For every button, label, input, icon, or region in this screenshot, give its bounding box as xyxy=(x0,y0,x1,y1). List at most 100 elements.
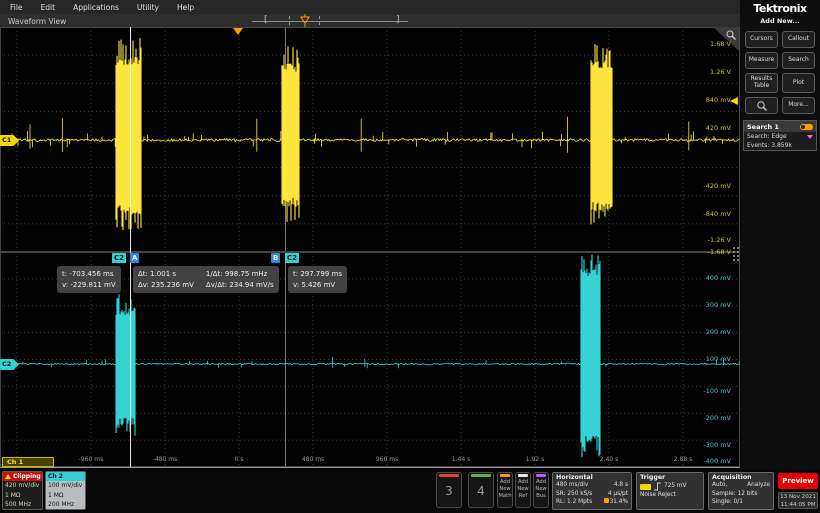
trigger-level: 725 mV xyxy=(664,482,687,490)
rail-button-results-table[interactable]: Results Table xyxy=(745,73,778,93)
time-axis-label: 1.44 s xyxy=(452,456,470,463)
horizontal-panel[interactable]: Horizontal 480 ms/div 4.8 s SR: 250 kS/s… xyxy=(552,472,632,510)
right-rail: Tektronix Add New... CursorsCalloutMeasu… xyxy=(740,0,820,513)
ch2-scale-label: -200 mV xyxy=(703,414,731,422)
expansion-point-icon[interactable] xyxy=(233,28,243,35)
tektronix-logo: Tektronix xyxy=(740,2,820,15)
trigger-mode: Noise Reject xyxy=(640,491,676,500)
inverse-delta-t: 1/Δt: 998.75 mHz xyxy=(206,269,274,280)
date-label: 13 Nov 2021 xyxy=(779,493,817,501)
menu-item-edit[interactable]: Edit xyxy=(41,3,56,12)
acquisition-mode: Auto, xyxy=(712,481,727,490)
add-new-label: AddNewBus xyxy=(534,479,548,499)
channel1-bottom-tab[interactable]: Ch 1 xyxy=(2,457,54,467)
rail-button-search[interactable]: Search xyxy=(782,52,815,69)
cursor-delta-readout: Δt: 1.001 s 1/Δt: 998.75 mHz Δv: 235.236… xyxy=(133,266,279,293)
channel-color-strip xyxy=(439,474,459,477)
ch2-scale-label: 300 mV xyxy=(706,301,731,309)
channel1-badge[interactable]: Clipping 420 mV/div 1 MΩ 500 MHz xyxy=(2,471,43,510)
time-axis-label: 2.40 s xyxy=(600,456,618,463)
menu-item-utility[interactable]: Utility xyxy=(137,3,159,12)
cursor-a-line[interactable] xyxy=(130,27,131,467)
pane-divider-handle[interactable] xyxy=(732,246,741,262)
channel-color-strip xyxy=(471,474,491,477)
add-new-bus-button[interactable]: AddNewBus xyxy=(533,472,549,508)
overview-right-bracket-icon[interactable]: ] xyxy=(396,15,400,25)
rail-button-cursors[interactable]: Cursors xyxy=(745,31,778,48)
add-new-math-button[interactable]: AddNewMath xyxy=(497,472,513,508)
acquisition-single: Single: 0/1 xyxy=(712,498,743,507)
acquisition-sample-bits: Sample: 12 bits xyxy=(712,490,757,499)
channel-3-button[interactable]: 3 xyxy=(436,472,462,508)
add-new-header: Add New... xyxy=(740,17,820,25)
channel-number-label: 3 xyxy=(437,484,461,498)
overview-tick xyxy=(289,16,291,25)
horizontal-percent: 31.4% xyxy=(610,499,628,505)
channel2-title: Ch 2 xyxy=(46,472,85,481)
menu-item-help[interactable]: Help xyxy=(177,3,194,12)
channel1-impedance: 1 MΩ xyxy=(3,491,42,501)
rail-button-zoom-mode[interactable] xyxy=(745,97,778,114)
channel2-scale: 100 mV/div xyxy=(46,481,85,491)
cursor-b-source-badge: C2 xyxy=(285,253,299,263)
acquisition-panel[interactable]: Acquisition Auto, Analyze Sample: 12 bit… xyxy=(708,472,774,510)
trigger-source-icon xyxy=(640,484,651,490)
horizontal-record-length: RL: 1.2 Mpts xyxy=(556,498,592,507)
time-axis-label: 480 ms xyxy=(302,456,324,463)
trigger-level-indicator[interactable] xyxy=(730,97,738,105)
search-panel-title: Search 1 xyxy=(747,123,779,131)
time-label: 11:44:05 PM xyxy=(779,501,817,509)
cursor-a-badge[interactable]: A xyxy=(130,253,139,263)
trigger-title: Trigger xyxy=(640,474,700,481)
cursor-a-source-badge: C2 xyxy=(112,253,126,263)
time-axis-label: 960 ms xyxy=(376,456,398,463)
tab-waveform-view[interactable]: Waveform View xyxy=(8,17,66,26)
channel1-bandwidth: 500 MHz xyxy=(3,500,42,510)
rail-button-plot[interactable]: Plot xyxy=(782,73,815,93)
ch2-scale-label: 400 mV xyxy=(706,274,731,282)
warning-icon xyxy=(5,474,11,479)
rail-button-grid: CursorsCalloutMeasureSearchResults Table… xyxy=(745,31,817,126)
channel-4-button[interactable]: 4 xyxy=(468,472,494,508)
preview-button[interactable]: Preview xyxy=(778,473,818,489)
cursor-b-voltage: v: 5.426 mV xyxy=(293,280,342,291)
channel1-scale: 420 mV/div xyxy=(3,481,42,491)
menu-item-applications[interactable]: Applications xyxy=(73,3,119,12)
overview-left-bracket-icon[interactable]: [ xyxy=(264,15,268,25)
cursor-b-readout: t: 297.799 ms v: 5.426 mV xyxy=(288,266,347,293)
rail-button-callout[interactable]: Callout xyxy=(782,31,815,48)
overview-tick xyxy=(319,16,321,25)
ch1-scale-label: -1.68 V xyxy=(708,248,731,256)
ch2-scale-label: -300 mV xyxy=(703,441,731,449)
horizontal-resolution: 4 µs/pt xyxy=(608,490,628,499)
time-axis-label: 1.92 s xyxy=(526,456,544,463)
add-new-color-strip xyxy=(500,474,510,477)
cursor-a-time: t: -703.456 ms xyxy=(62,269,116,280)
horizontal-sample-rate: SR: 250 kS/s xyxy=(556,490,592,499)
ch1-scale-label: 420 mV xyxy=(706,124,731,132)
waveform-display-area[interactable]: C2 A B C2 t: -703.456 ms v: -229.811 mV … xyxy=(0,27,740,468)
horizontal-title: Horizontal xyxy=(556,474,628,481)
search-dropdown-icon[interactable] xyxy=(807,135,813,139)
datetime-display: 13 Nov 2021 11:44:05 PM xyxy=(778,492,818,509)
channel2-bandwidth: 200 MHz xyxy=(46,500,85,510)
time-axis-label: 0 s xyxy=(235,456,244,463)
time-axis-label: 2.88 s xyxy=(674,456,692,463)
add-new-label: AddNewRef xyxy=(516,479,530,499)
record-view-icon xyxy=(604,498,609,503)
rail-button-measure[interactable]: Measure xyxy=(745,52,778,69)
trigger-panel[interactable]: Trigger 725 mV Noise Reject xyxy=(636,472,704,510)
add-new-color-strip xyxy=(518,474,528,477)
search-results-panel[interactable]: Search 1 Search: Edge Events: 3.859k xyxy=(743,120,817,151)
delta-v-over-t: Δv/Δt: 234.94 mV/s xyxy=(206,280,274,291)
trigger-position-icon[interactable] xyxy=(299,14,311,27)
search-toggle[interactable] xyxy=(800,124,813,130)
menu-item-file[interactable]: File xyxy=(10,3,23,12)
channel2-badge[interactable]: Ch 2 100 mV/div 1 MΩ 200 MHz xyxy=(45,471,86,510)
channel1-clipping-label: Clipping xyxy=(13,473,41,480)
oscilloscope-screen: File Edit Applications Utility Help Waveform… xyxy=(0,0,820,513)
add-new-ref-button[interactable]: AddNewRef xyxy=(515,472,531,508)
rail-button-more[interactable]: More... xyxy=(782,97,815,114)
cursor-b-time: t: 297.799 ms xyxy=(293,269,342,280)
cursor-b-badge[interactable]: B xyxy=(271,253,280,263)
